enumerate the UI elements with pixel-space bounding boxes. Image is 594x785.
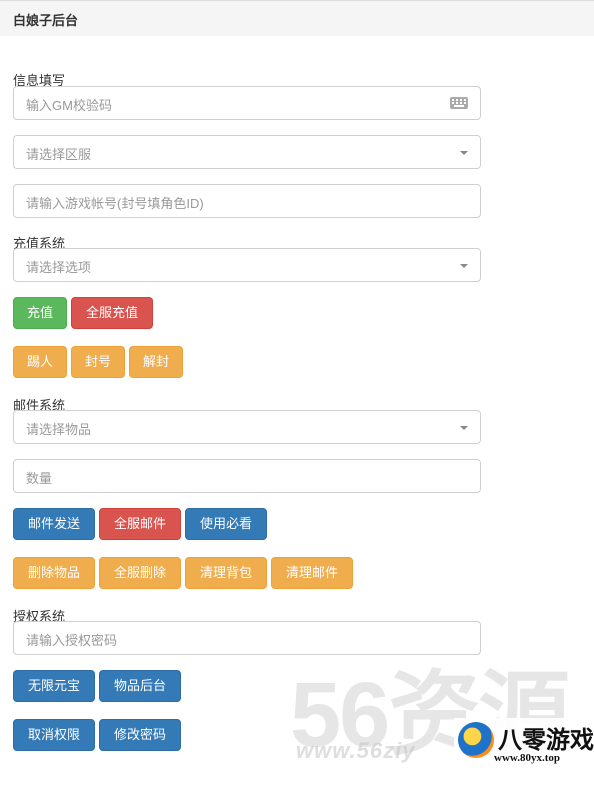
quantity-input[interactable]: 数量 (13, 459, 481, 493)
unlimited-yuanbao-button[interactable]: 无限元宝 (13, 670, 95, 702)
chevron-down-icon (460, 151, 468, 155)
all-server-mail-button[interactable]: 全服邮件 (99, 508, 181, 540)
item-select-value: 请选择物品 (26, 422, 92, 437)
account-input[interactable]: 请输入游戏帐号(封号填角色ID) (13, 184, 481, 218)
clear-mail-button[interactable]: 清理邮件 (271, 557, 353, 589)
page-title: 白娘子后台 (13, 13, 79, 28)
item-select[interactable]: 请选择物品 (13, 410, 481, 444)
logo-swirl-icon (458, 722, 494, 758)
usage-notice-button[interactable]: 使用必看 (185, 508, 267, 540)
clear-bag-button[interactable]: 清理背包 (185, 557, 267, 589)
option-select[interactable]: 请选择选项 (13, 248, 481, 282)
quantity-placeholder: 数量 (26, 471, 53, 486)
auth-password-input[interactable]: 请输入授权密码 (13, 621, 481, 655)
chevron-down-icon (460, 426, 468, 430)
option-select-value: 请选择选项 (26, 260, 92, 275)
unban-button[interactable]: 解封 (129, 346, 183, 378)
item-backend-button[interactable]: 物品后台 (99, 670, 181, 702)
ban-button[interactable]: 封号 (71, 346, 125, 378)
gm-code-input[interactable]: 输入GM校验码 (13, 86, 481, 120)
change-password-button[interactable]: 修改密码 (99, 719, 181, 751)
account-placeholder: 请输入游戏帐号(封号填角色ID) (26, 196, 204, 211)
server-select-value: 请选择区服 (26, 147, 92, 162)
recharge-button[interactable]: 充值 (13, 297, 67, 329)
chevron-down-icon (460, 264, 468, 268)
revoke-permission-button[interactable]: 取消权限 (13, 719, 95, 751)
all-server-delete-button[interactable]: 全服删除 (99, 557, 181, 589)
page-header: 白娘子后台 (0, 0, 594, 36)
logo-url: www.80yx.top (494, 752, 561, 764)
logo-text: 八零游戏 (498, 727, 594, 754)
keyboard-icon[interactable] (450, 97, 468, 109)
delete-item-button[interactable]: 删除物品 (13, 557, 95, 589)
send-mail-button[interactable]: 邮件发送 (13, 508, 95, 540)
watermark-url: www.56ziy (296, 738, 416, 763)
site-logo: 八零游戏 www.80yx.top (454, 718, 594, 770)
gm-code-placeholder: 输入GM校验码 (26, 98, 112, 113)
auth-password-placeholder: 请输入授权密码 (26, 633, 118, 648)
server-select[interactable]: 请选择区服 (13, 135, 481, 169)
kick-button[interactable]: 踢人 (13, 346, 67, 378)
all-server-recharge-button[interactable]: 全服充值 (71, 297, 153, 329)
